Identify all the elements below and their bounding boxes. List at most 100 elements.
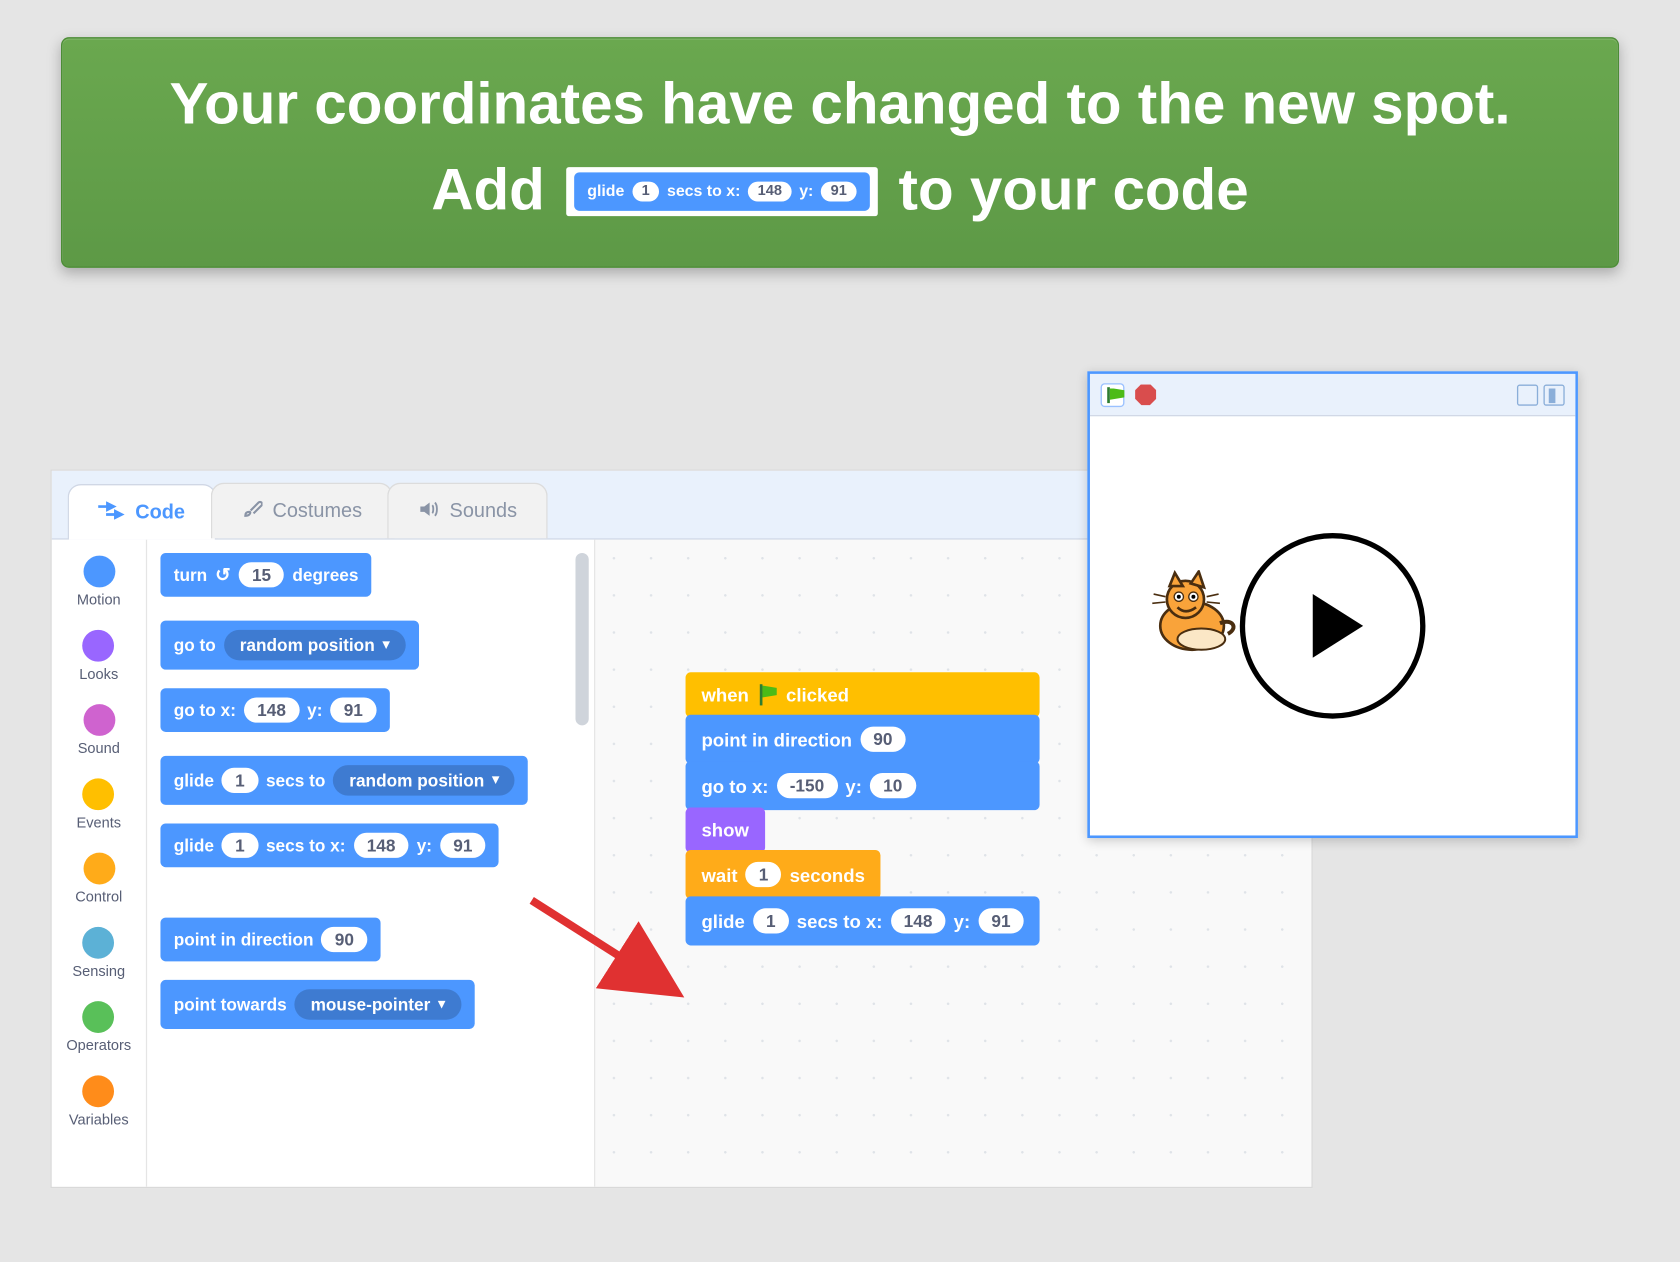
palette-scrollbar[interactable]	[575, 553, 588, 725]
motion-dot	[83, 556, 115, 588]
glide-y-value[interactable]: 91	[978, 908, 1024, 933]
glide-x-value: 148	[748, 181, 791, 201]
block-glide-xy-script[interactable]: glide 1 secs to x: 148 y: 91	[686, 896, 1040, 945]
turn-label: turn	[174, 565, 208, 585]
looks-dot	[83, 630, 115, 662]
glide-secs-value[interactable]: 1	[222, 768, 258, 793]
point-towards-label: point towards	[174, 995, 287, 1015]
show-label: show	[701, 819, 748, 840]
block-glide-xy[interactable]: glide 1 secs to x: 148 y: 91	[160, 823, 499, 867]
category-label: Sensing	[72, 964, 125, 980]
goto-random-dropdown[interactable]: random position	[224, 630, 405, 660]
stage-header	[1090, 374, 1575, 416]
small-stage-button[interactable]	[1517, 384, 1538, 405]
turn-degrees-value[interactable]: 15	[239, 562, 285, 587]
glide-secs-value: 1	[632, 181, 659, 201]
sensing-dot	[83, 927, 115, 959]
category-motion[interactable]: Motion	[77, 556, 121, 609]
category-label: Operators	[66, 1038, 131, 1054]
category-variables[interactable]: Variables	[69, 1075, 129, 1128]
glide-block-inline: glide 1 secs to x: 148 y: 91	[574, 172, 869, 211]
stage-preview	[1087, 371, 1578, 838]
glide-x-value[interactable]: 148	[890, 908, 945, 933]
goto-x-value[interactable]: 148	[244, 697, 299, 722]
category-label: Control	[75, 890, 122, 906]
events-dot	[83, 778, 115, 810]
tab-code[interactable]: Code	[68, 484, 216, 540]
glide-y-label: y:	[417, 835, 432, 855]
glide-y-value[interactable]: 91	[440, 833, 486, 858]
block-glide-random[interactable]: glide 1 secs to random position	[160, 756, 528, 805]
scratch-cat-sprite[interactable]	[1146, 570, 1239, 663]
goto-label: go to x:	[701, 775, 768, 796]
stage-canvas[interactable]	[1090, 416, 1575, 835]
block-point-direction[interactable]: point in direction 90	[160, 918, 380, 962]
code-icon	[98, 501, 125, 525]
category-sensing[interactable]: Sensing	[72, 927, 125, 980]
glide-secs-value[interactable]: 1	[222, 833, 258, 858]
stage-size-controls	[1517, 384, 1565, 405]
glide-secs-value[interactable]: 1	[753, 908, 789, 933]
category-control[interactable]: Control	[75, 853, 122, 906]
category-label: Looks	[79, 667, 118, 683]
point-towards-dropdown[interactable]: mouse-pointer	[295, 989, 461, 1019]
green-flag-button[interactable]	[1101, 383, 1125, 407]
category-operators[interactable]: Operators	[66, 1001, 131, 1054]
glide-label: glide	[701, 910, 744, 931]
block-turn-ccw[interactable]: turn ↺ 15 degrees	[160, 553, 371, 597]
dropdown-value: mouse-pointer	[311, 995, 431, 1015]
category-label: Sound	[78, 741, 120, 757]
large-stage-button[interactable]	[1543, 384, 1564, 405]
goto-y-label: y:	[845, 775, 862, 796]
block-goto-xy-script[interactable]: go to x: -150 y: 10	[686, 761, 1040, 810]
variables-dot	[83, 1075, 115, 1107]
wait-label: wait	[701, 864, 737, 885]
tab-code-label: Code	[135, 501, 185, 524]
ccw-arrow-icon: ↺	[215, 564, 231, 587]
tab-sounds[interactable]: Sounds	[387, 483, 547, 539]
category-sound[interactable]: Sound	[78, 704, 120, 757]
goto-y-value[interactable]: 10	[870, 773, 916, 798]
dropdown-value: random position	[349, 770, 484, 790]
operators-dot	[83, 1001, 115, 1033]
tab-sounds-label: Sounds	[450, 500, 517, 523]
banner-add-label: Add	[431, 156, 544, 226]
block-goto-xy[interactable]: go to x: 148 y: 91	[160, 688, 389, 732]
point-direction-value[interactable]: 90	[321, 927, 367, 952]
play-icon	[1313, 594, 1363, 658]
block-when-flag-clicked[interactable]: when clicked	[686, 672, 1040, 717]
glide-x-value[interactable]: 148	[353, 833, 408, 858]
seconds-label: seconds	[790, 864, 865, 885]
stop-button[interactable]	[1135, 384, 1156, 405]
glide-y-label: y:	[799, 182, 813, 201]
goto-x-label: go to x:	[174, 700, 236, 720]
green-flag-icon	[757, 684, 778, 705]
category-looks[interactable]: Looks	[79, 630, 118, 683]
blocks-palette: turn ↺ 15 degrees go to random position …	[147, 540, 595, 1187]
tab-costumes-label: Costumes	[272, 500, 362, 523]
banner-to-your-code-label: to your code	[899, 156, 1249, 226]
category-label: Motion	[77, 593, 121, 609]
tab-costumes[interactable]: Costumes	[210, 483, 392, 539]
wait-value[interactable]: 1	[746, 862, 782, 887]
point-value[interactable]: 90	[860, 727, 906, 752]
glide-label: glide	[174, 835, 214, 855]
block-goto-random[interactable]: go to random position	[160, 621, 418, 670]
block-show-script[interactable]: show	[686, 808, 765, 853]
point-direction-label: point in direction	[174, 930, 314, 950]
block-point-towards[interactable]: point towards mouse-pointer	[160, 980, 474, 1029]
category-events[interactable]: Events	[76, 778, 121, 831]
goto-x-value[interactable]: -150	[776, 773, 837, 798]
secs-to-x-label: secs to x:	[266, 835, 346, 855]
glide-random-dropdown[interactable]: random position	[333, 765, 514, 795]
play-overlay-button[interactable]	[1240, 533, 1426, 719]
block-wait-script[interactable]: wait 1 seconds	[686, 850, 881, 899]
goto-y-value[interactable]: 91	[330, 697, 376, 722]
dropdown-value: random position	[240, 635, 375, 655]
block-point-in-direction-script[interactable]: point in direction 90	[686, 715, 1040, 764]
when-label: when	[701, 684, 748, 705]
glide-y-value: 91	[821, 181, 856, 201]
goto-label: go to	[174, 635, 216, 655]
banner-line1: Your coordinates have changed to the new…	[102, 70, 1578, 140]
glide-label: glide	[587, 182, 624, 201]
